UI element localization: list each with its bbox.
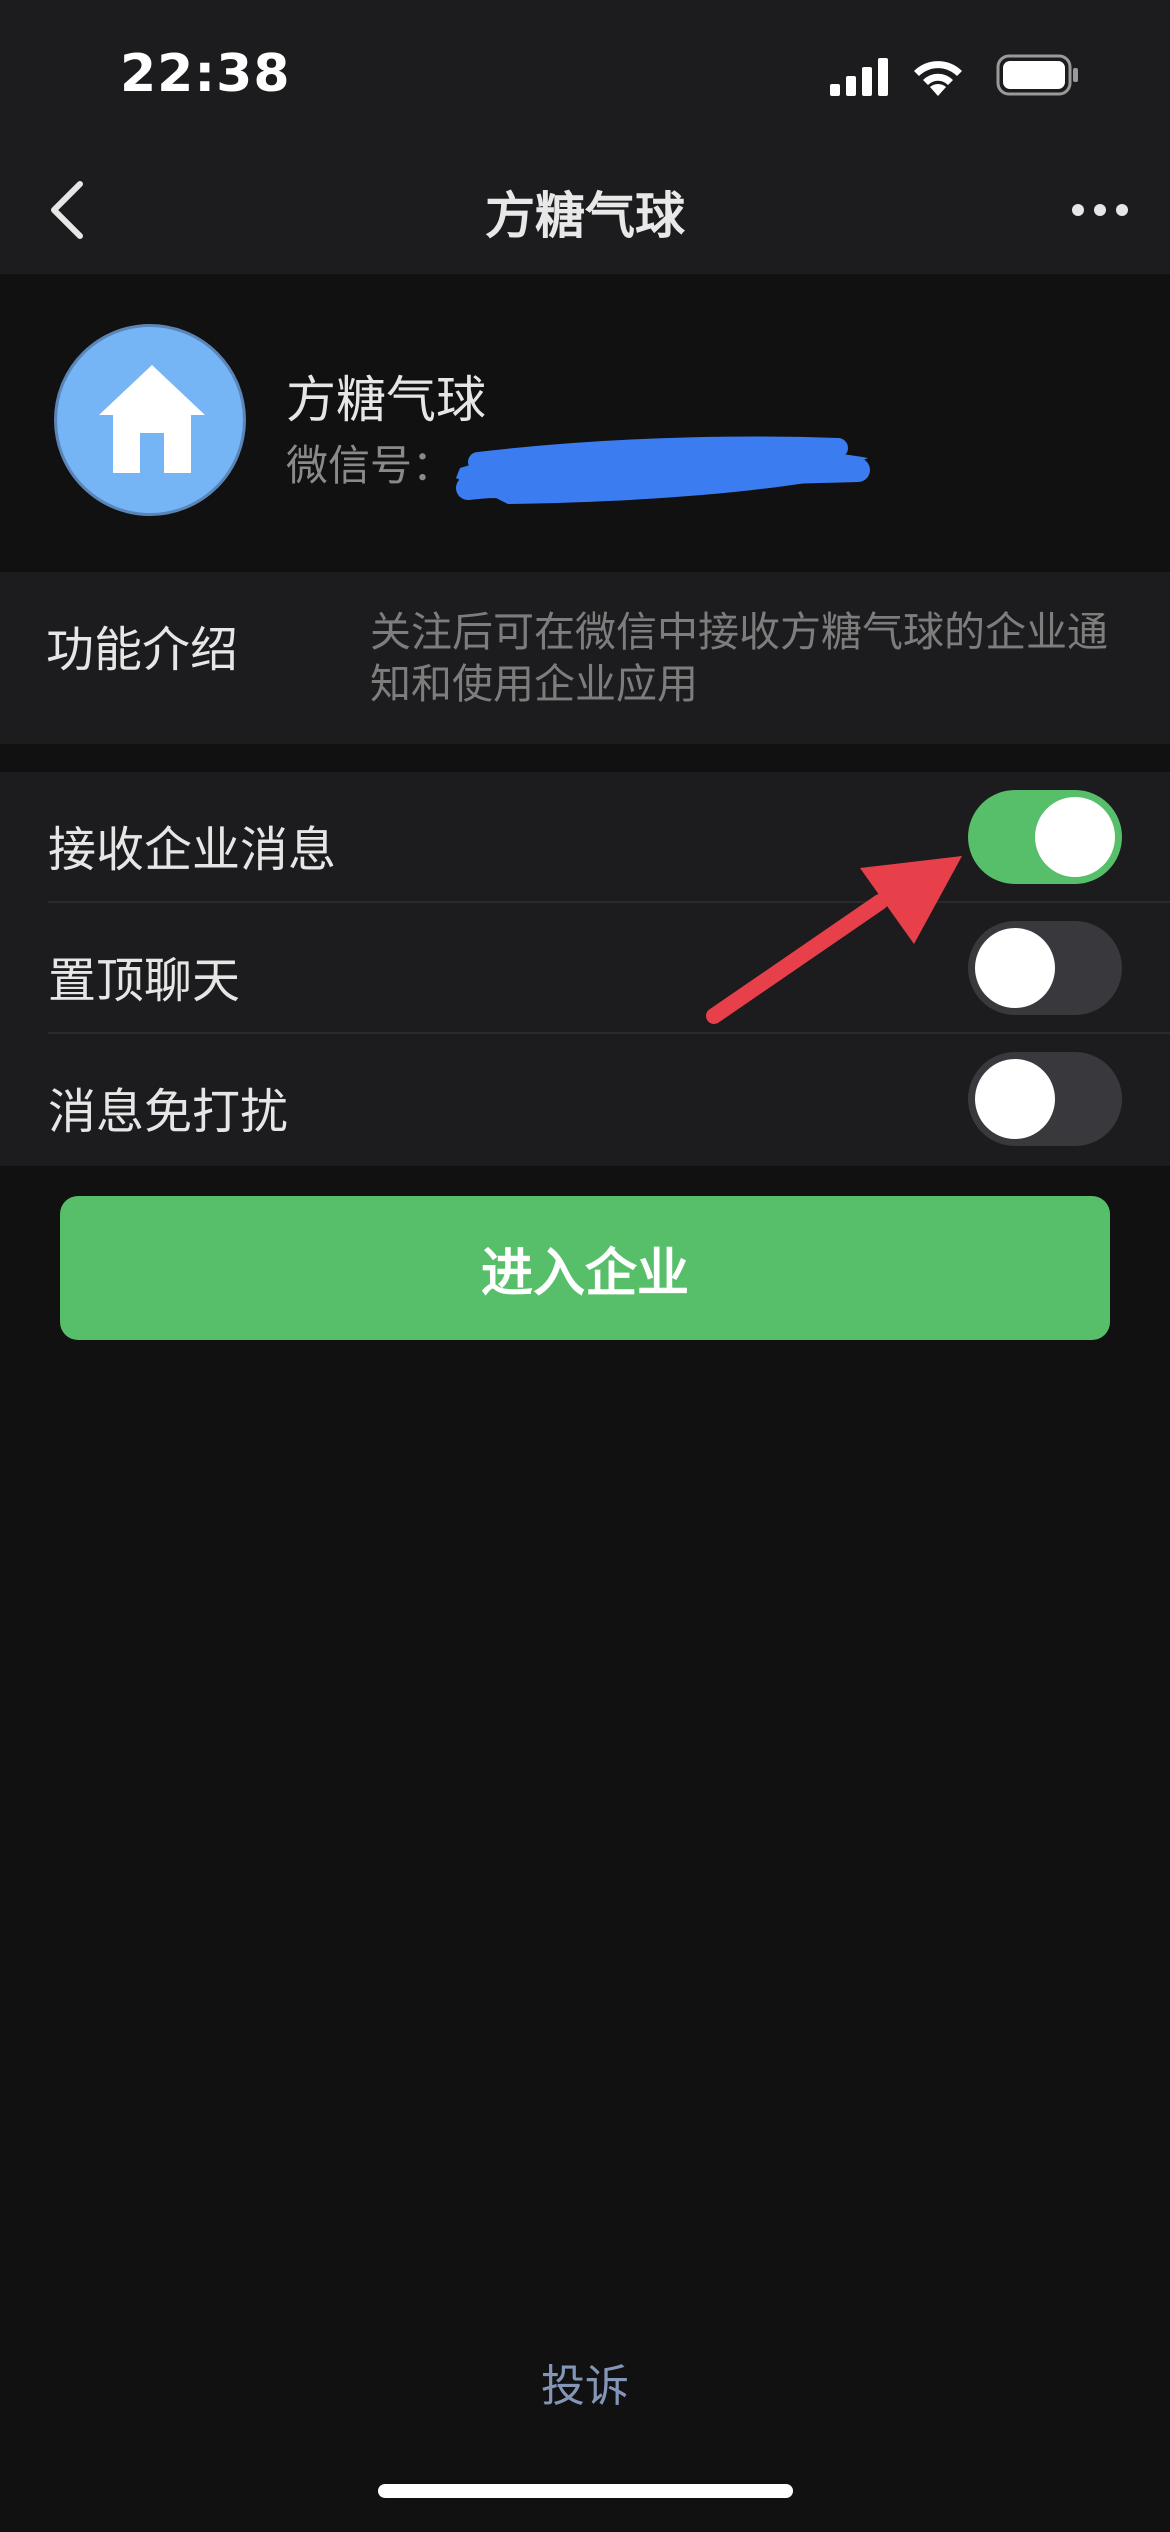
setting-label: 置顶聊天 (48, 953, 241, 1009)
avatar[interactable] (54, 324, 246, 516)
status-icons (830, 52, 1090, 102)
pin-chat-toggle[interactable] (968, 921, 1122, 1015)
annotation-arrow-icon (706, 856, 962, 1024)
house-icon (99, 365, 205, 473)
setting-label: 接收企业消息 (48, 822, 337, 878)
nav-bar: 方糖气球 (0, 150, 1170, 274)
do-not-disturb-toggle[interactable] (968, 1052, 1122, 1146)
page-title: 方糖气球 (485, 187, 685, 245)
more-icon (1072, 204, 1128, 216)
signal-icon (830, 58, 888, 96)
setting-row-receive-messages[interactable]: 接收企业消息 (0, 772, 1170, 903)
wifi-icon (914, 61, 962, 96)
intro-description: 关注后可在微信中接收方糖气球的企业通知和使用企业应用 (370, 608, 1108, 708)
home-indicator[interactable] (378, 2484, 793, 2498)
redaction-scribble (456, 436, 870, 504)
status-time: 22:38 (120, 44, 291, 104)
intro-label: 功能介绍 (46, 622, 239, 678)
toggle-knob (1035, 797, 1115, 877)
settings-list: 接收企业消息 置顶聊天 消息免打扰 (0, 772, 1170, 1166)
battery-icon (996, 54, 1078, 96)
toggle-knob (975, 1059, 1055, 1139)
complaint-link[interactable]: 投诉 (0, 2350, 1170, 2414)
setting-row-pin-chat[interactable]: 置顶聊天 (0, 903, 1170, 1034)
wechat-id-label: 微信号： (286, 441, 455, 490)
setting-row-do-not-disturb[interactable]: 消息免打扰 (0, 1034, 1170, 1165)
more-button[interactable] (1060, 180, 1140, 240)
status-bar: 22:38 (0, 0, 1170, 150)
enter-enterprise-button[interactable]: 进入企业 (60, 1196, 1110, 1340)
toggle-knob (975, 928, 1055, 1008)
receive-messages-toggle[interactable] (968, 790, 1122, 884)
function-intro: 功能介绍 关注后可在微信中接收方糖气球的企业通知和使用企业应用 (0, 572, 1170, 744)
profile-header: 方糖气球 微信号： (0, 274, 1170, 572)
setting-label: 消息免打扰 (48, 1084, 289, 1140)
